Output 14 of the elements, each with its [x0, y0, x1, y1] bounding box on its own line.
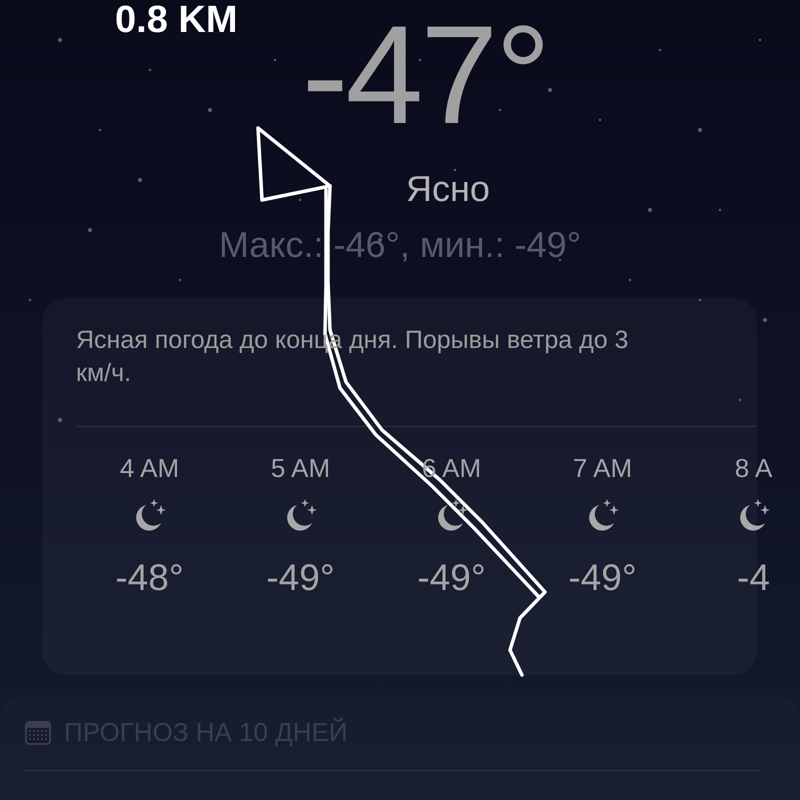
hour-label: 8 A	[734, 453, 772, 485]
hour-temperature: -48°	[115, 557, 184, 599]
hour-label: 7 AM	[572, 453, 632, 485]
hour-temperature: -49°	[266, 557, 335, 599]
hour-temperature: -4	[737, 557, 770, 599]
distance-label: 0.8 KM	[115, 0, 238, 40]
hour-label: 4 AM	[120, 453, 180, 485]
hour-label: 5 AM	[270, 453, 330, 485]
hour-temperature: -49°	[417, 557, 486, 599]
calendar-icon	[24, 720, 52, 746]
condition-label: Ясно	[406, 168, 490, 210]
high-low-label: Макс.: -46°, мин.: -49°	[218, 224, 582, 266]
hour-temperature: -49°	[568, 557, 637, 599]
current-temperature: -47°	[302, 0, 548, 150]
